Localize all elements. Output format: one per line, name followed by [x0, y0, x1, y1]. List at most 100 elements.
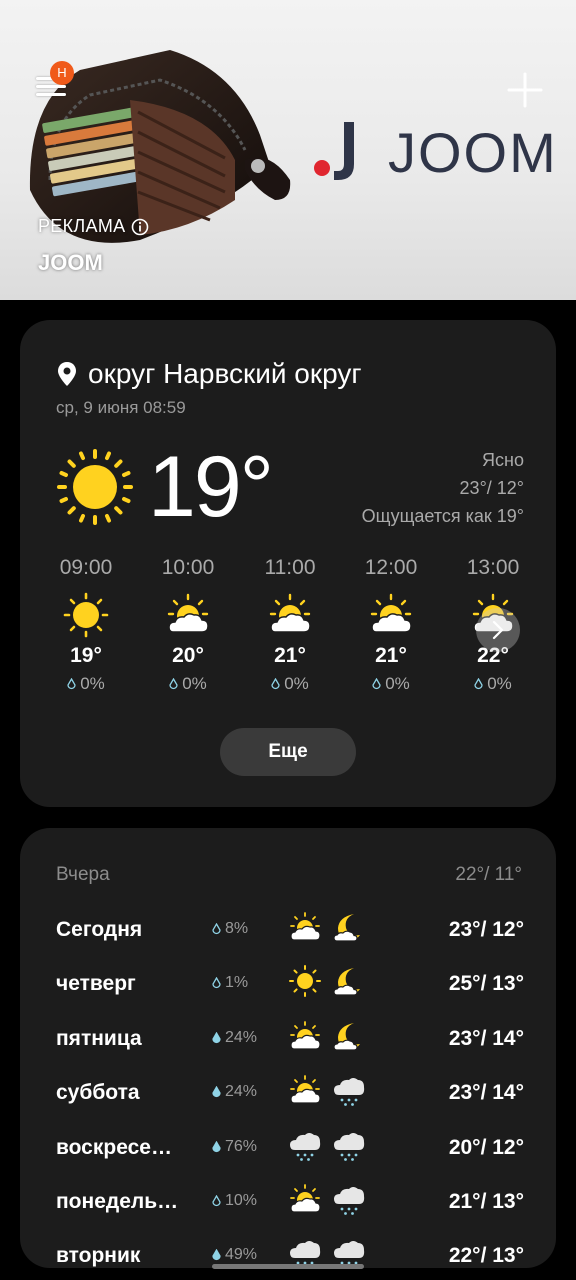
hour-precip-value: 0% — [80, 674, 105, 693]
partly-cloudy-icon — [370, 593, 412, 633]
hour-precipitation: 0% — [240, 674, 340, 694]
hourly-item: 09:00 19° 0% — [36, 556, 136, 694]
drop-icon — [212, 1195, 221, 1207]
plus-icon[interactable] — [505, 70, 545, 110]
drop-icon — [271, 678, 280, 690]
drop-icon — [67, 678, 76, 690]
hour-precipitation: 0% — [138, 674, 238, 694]
hourly-forecast[interactable]: 09:00 19° 0% 10:00 20° 0% 11:00 21° 0% 1… — [36, 556, 536, 706]
day-precip-value: 8% — [225, 920, 249, 937]
daily-row[interactable]: вторник 49% 22°/ 13° — [56, 1232, 524, 1268]
feels-like-text: Ощущается как 19° — [361, 506, 524, 526]
day-name: понедель… — [56, 1190, 179, 1213]
drop-icon — [169, 678, 178, 690]
day-precipitation: 24% — [212, 1029, 257, 1047]
day-name: четверг — [56, 972, 136, 996]
daily-row[interactable]: Сегодня 8% 23°/ 12° — [56, 906, 524, 960]
rain-cloud-icon — [334, 1078, 365, 1107]
day-temperatures: 23°/ 14° — [448, 1026, 524, 1050]
ad-banner[interactable]: Н JOOM РЕКЛАМА JOOM — [0, 0, 576, 300]
day-name: Сегодня — [56, 918, 143, 941]
hour-time: 11:00 — [264, 556, 316, 579]
ad-brand: JOOM — [38, 250, 103, 275]
info-icon[interactable] — [131, 218, 149, 236]
hourly-item: 12:00 21° 0% — [341, 556, 441, 694]
day-precip-value: 49% — [225, 1246, 258, 1264]
daily-row[interactable]: суббота 24% 23°/ 14° — [56, 1069, 524, 1123]
day-temperatures: 22°/ 13° — [448, 1244, 524, 1268]
daily-row[interactable]: четверг 1% 25°/ 13° — [56, 960, 524, 1014]
rain-cloud-icon — [334, 1187, 365, 1215]
current-temperature: 19° — [148, 439, 274, 535]
scroll-right-button[interactable] — [476, 608, 520, 652]
home-indicator[interactable] — [212, 1264, 364, 1269]
drop-icon — [372, 678, 381, 690]
hourly-item: 10:00 20° 0% — [138, 556, 238, 694]
drop-icon — [212, 1031, 221, 1043]
chevron-right-icon — [492, 620, 504, 640]
day-name: пятница — [56, 1026, 142, 1050]
day-precip-value: 24% — [225, 1083, 258, 1101]
day-name: воскресе… — [56, 1135, 172, 1159]
location-name: округ Нарвский округ — [88, 358, 362, 389]
drop-icon — [212, 1249, 221, 1261]
partly-cloudy-icon — [290, 1075, 321, 1104]
sun-icon — [289, 965, 321, 998]
daily-forecast-card[interactable]: Вчера 22°/ 11° Сегодня 8% 23°/ 12° четверг 1… — [20, 828, 556, 1268]
date-time: ср, 9 июня 08:59 — [56, 398, 186, 417]
drop-icon — [474, 678, 483, 690]
hour-time: 12:00 — [364, 556, 418, 579]
day-precipitation: 49% — [212, 1246, 257, 1264]
joom-logo-text: JOOM — [388, 121, 558, 184]
day-temperatures: 23°/ 12° — [448, 918, 524, 941]
drop-icon — [212, 1086, 221, 1098]
partly-cloudy-icon — [290, 1020, 321, 1050]
drop-icon — [212, 1140, 221, 1152]
daily-row[interactable]: пятница 24% 23°/ 14° — [56, 1015, 524, 1069]
day-precip-value: 24% — [225, 1028, 258, 1046]
hour-time: 10:00 — [161, 556, 215, 579]
weather-summary: Ясно 23°/ 12° Ощущается как 19° — [362, 446, 524, 530]
moon-cloud-icon — [333, 1022, 360, 1051]
partly-cloudy-icon — [167, 593, 209, 633]
day-precip-value: 1% — [225, 974, 249, 992]
day-precipitation: 1% — [212, 974, 248, 992]
hour-temperature: 20° — [172, 644, 204, 667]
hour-temperature: 21° — [274, 644, 306, 667]
day-temperatures: 23°/ 14° — [448, 1081, 524, 1105]
hour-precip-value: 0% — [182, 674, 207, 693]
hour-precip-value: 0% — [284, 674, 309, 693]
ad-label: РЕКЛАМА — [38, 216, 149, 237]
drop-icon — [212, 977, 221, 989]
hour-precipitation: 0% — [36, 674, 136, 694]
ad-label-text: РЕКЛАМА — [38, 216, 126, 236]
hour-temperature: 19° — [70, 644, 102, 667]
joom-logo: JOOM — [314, 121, 558, 184]
moon-cloud-icon — [333, 914, 360, 942]
day-temperatures: 25°/ 13° — [448, 972, 524, 996]
yesterday-temps: 22°/ 11° — [455, 864, 522, 885]
sun-icon — [57, 449, 133, 525]
day-precip-value: 10% — [225, 1192, 258, 1209]
notification-badge: Н — [50, 61, 74, 85]
partly-cloudy-icon — [269, 593, 311, 633]
location-pin-icon — [58, 362, 76, 386]
current-weather-card[interactable]: округ Нарвский округ ср, 9 июня 08:59 19… — [20, 320, 556, 807]
hour-temperature: 21° — [375, 644, 407, 667]
day-precip-value: 76% — [225, 1137, 258, 1155]
day-temperatures: 20°/ 12° — [448, 1135, 524, 1159]
hour-precipitation: 0% — [341, 674, 441, 694]
condition-text: Ясно — [482, 450, 524, 470]
daily-row[interactable]: воскресе… 76% 20°/ 12° — [56, 1124, 524, 1178]
more-button[interactable]: Еще — [220, 728, 356, 776]
high-low-text: 23°/ 12° — [459, 478, 524, 498]
daily-row[interactable]: понедель… 10% 21°/ 13° — [56, 1178, 524, 1232]
location-row: округ Нарвский округ — [56, 358, 362, 390]
drop-icon — [212, 923, 221, 935]
day-precipitation: 10% — [212, 1192, 257, 1210]
partly-cloudy-icon — [290, 1184, 321, 1213]
hour-precip-value: 0% — [487, 674, 512, 693]
hour-time: 13:00 — [466, 556, 520, 579]
hour-precip-value: 0% — [385, 674, 410, 693]
hourly-item: 11:00 21° 0% — [240, 556, 340, 694]
